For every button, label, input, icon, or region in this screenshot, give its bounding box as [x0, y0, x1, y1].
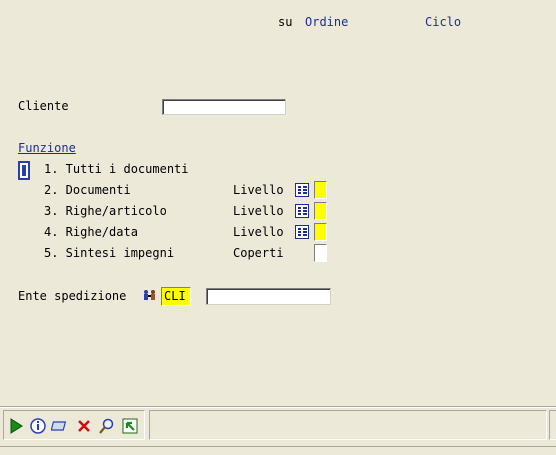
- info-icon[interactable]: [28, 416, 48, 436]
- livello-label: Livello: [233, 225, 284, 239]
- ordine-label: Ordine: [305, 15, 349, 29]
- search-icon[interactable]: [97, 416, 117, 436]
- funzione-selector-input[interactable]: [18, 161, 30, 180]
- su-label: su: [278, 15, 293, 29]
- ente-description-field[interactable]: [206, 288, 331, 305]
- run-icon[interactable]: [6, 416, 26, 436]
- option-righe-data[interactable]: 4. Righe/data: [44, 225, 138, 239]
- livello-righe-data-field[interactable]: [314, 223, 327, 241]
- status-panel-secondary: [549, 410, 556, 440]
- livello-label: Livello: [233, 204, 284, 218]
- exit-icon[interactable]: [120, 416, 140, 436]
- option-tutti-documenti[interactable]: 1. Tutti i documenti: [44, 162, 189, 176]
- lookup-list-icon[interactable]: [295, 225, 309, 239]
- ciclo-label: Ciclo: [425, 15, 462, 29]
- ente-code-field[interactable]: CLI: [161, 287, 191, 306]
- cancel-icon[interactable]: [74, 416, 94, 436]
- status-panel: [149, 410, 547, 440]
- funzione-title: Funzione: [18, 141, 76, 155]
- lookup-list-icon[interactable]: [295, 183, 309, 197]
- livello-documenti-field[interactable]: [314, 181, 327, 199]
- coperti-label: Coperti: [233, 246, 284, 260]
- cliente-input[interactable]: [162, 99, 286, 115]
- people-lookup-icon[interactable]: [142, 289, 158, 301]
- window-icon[interactable]: [51, 416, 71, 436]
- option-righe-articolo[interactable]: 3. Righe/articolo: [44, 204, 167, 218]
- coperti-field[interactable]: [314, 244, 327, 262]
- livello-righe-articolo-field[interactable]: [314, 202, 327, 220]
- option-sintesi-impegni[interactable]: 5. Sintesi impegni: [44, 246, 174, 260]
- option-documenti[interactable]: 2. Documenti: [44, 183, 131, 197]
- livello-label: Livello: [233, 183, 284, 197]
- lookup-list-icon[interactable]: [295, 204, 309, 218]
- cliente-label: Cliente: [18, 99, 69, 113]
- ente-spedizione-label: Ente spedizione: [18, 289, 127, 303]
